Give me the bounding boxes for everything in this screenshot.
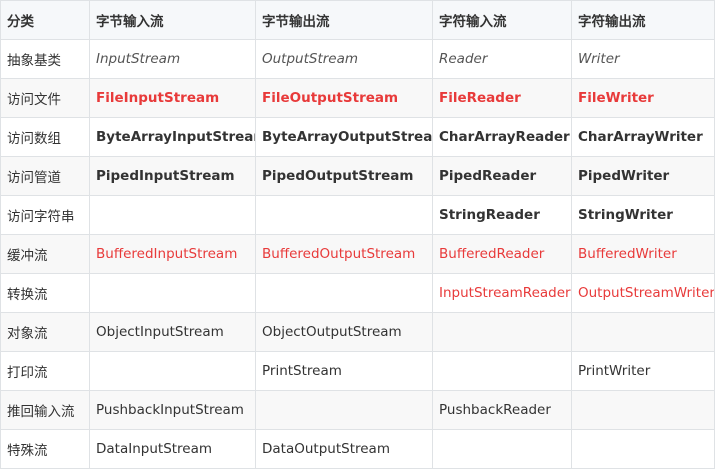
table-row: 访问文件 FileInputStream FileOutputStream Fi… <box>0 78 715 118</box>
table-cell: PipedReader <box>432 156 572 196</box>
table-cell: FileReader <box>432 78 572 118</box>
table-cell: InputStreamReader <box>432 273 572 313</box>
table-cell <box>255 195 433 235</box>
table-cell: ByteArrayInputStream <box>89 117 256 157</box>
table-cell: StringReader <box>432 195 572 235</box>
table-row: 抽象基类 InputStream OutputStream Reader Wri… <box>0 39 715 79</box>
table-cell: CharArrayReader <box>432 117 572 157</box>
table-cell: FileOutputStream <box>255 78 433 118</box>
table-cell: BufferedWriter <box>571 234 715 274</box>
table-cell <box>89 195 256 235</box>
table-cell: FileInputStream <box>89 78 256 118</box>
table-cell <box>255 390 433 430</box>
row-category: 特殊流 <box>0 429 90 469</box>
table-cell <box>571 429 715 469</box>
header-category: 分类 <box>0 0 90 40</box>
table-row: 缓冲流 BufferedInputStream BufferedOutputSt… <box>0 234 715 274</box>
table-cell: DataOutputStream <box>255 429 433 469</box>
row-category: 推回输入流 <box>0 390 90 430</box>
table-row: 访问管道 PipedInputStream PipedOutputStream … <box>0 156 715 196</box>
table-header-row: 分类 字节输入流 字节输出流 字符输入流 字符输出流 <box>0 0 715 40</box>
table-row: 访问字符串 StringReader StringWriter <box>0 195 715 235</box>
table-cell <box>571 312 715 352</box>
table-cell: PushbackReader <box>432 390 572 430</box>
header-char-output: 字符输出流 <box>571 0 715 40</box>
table-cell: Reader <box>432 39 572 79</box>
table-cell: PushbackInputStream <box>89 390 256 430</box>
table-row: 特殊流 DataInputStream DataOutputStream <box>0 429 715 469</box>
table-cell: PipedOutputStream <box>255 156 433 196</box>
table-cell: OutputStream <box>255 39 433 79</box>
table-cell <box>432 351 572 391</box>
table-cell: BufferedReader <box>432 234 572 274</box>
table-cell: PrintStream <box>255 351 433 391</box>
table-cell: DataInputStream <box>89 429 256 469</box>
table-row: 转换流 InputStreamReader OutputStreamWriter <box>0 273 715 313</box>
row-category: 访问文件 <box>0 78 90 118</box>
table-cell: FileWriter <box>571 78 715 118</box>
table-cell <box>89 273 256 313</box>
row-category: 打印流 <box>0 351 90 391</box>
table-cell <box>89 351 256 391</box>
table-row: 访问数组 ByteArrayInputStream ByteArrayOutpu… <box>0 117 715 157</box>
table-cell: CharArrayWriter <box>571 117 715 157</box>
table-cell: OutputStreamWriter <box>571 273 715 313</box>
row-category: 缓冲流 <box>0 234 90 274</box>
table-row: 推回输入流 PushbackInputStream PushbackReader <box>0 390 715 430</box>
table-cell <box>255 273 433 313</box>
table-cell: ObjectInputStream <box>89 312 256 352</box>
header-char-input: 字符输入流 <box>432 0 572 40</box>
table-cell: StringWriter <box>571 195 715 235</box>
table-cell: PrintWriter <box>571 351 715 391</box>
row-category: 访问字符串 <box>0 195 90 235</box>
table-cell: PipedInputStream <box>89 156 256 196</box>
table-cell: InputStream <box>89 39 256 79</box>
table-cell <box>571 390 715 430</box>
row-category: 转换流 <box>0 273 90 313</box>
table-cell: PipedWriter <box>571 156 715 196</box>
table-row: 对象流 ObjectInputStream ObjectOutputStream <box>0 312 715 352</box>
row-category: 抽象基类 <box>0 39 90 79</box>
table-cell: Writer <box>571 39 715 79</box>
table-cell <box>432 312 572 352</box>
io-stream-table: 分类 字节输入流 字节输出流 字符输入流 字符输出流 抽象基类 InputStr… <box>0 0 715 469</box>
row-category: 访问管道 <box>0 156 90 196</box>
table-row: 打印流 PrintStream PrintWriter <box>0 351 715 391</box>
header-byte-input: 字节输入流 <box>89 0 256 40</box>
table-cell: BufferedOutputStream <box>255 234 433 274</box>
table-cell <box>432 429 572 469</box>
row-category: 对象流 <box>0 312 90 352</box>
table-cell: ByteArrayOutputStream <box>255 117 433 157</box>
row-category: 访问数组 <box>0 117 90 157</box>
table-cell: BufferedInputStream <box>89 234 256 274</box>
table-cell: ObjectOutputStream <box>255 312 433 352</box>
header-byte-output: 字节输出流 <box>255 0 433 40</box>
